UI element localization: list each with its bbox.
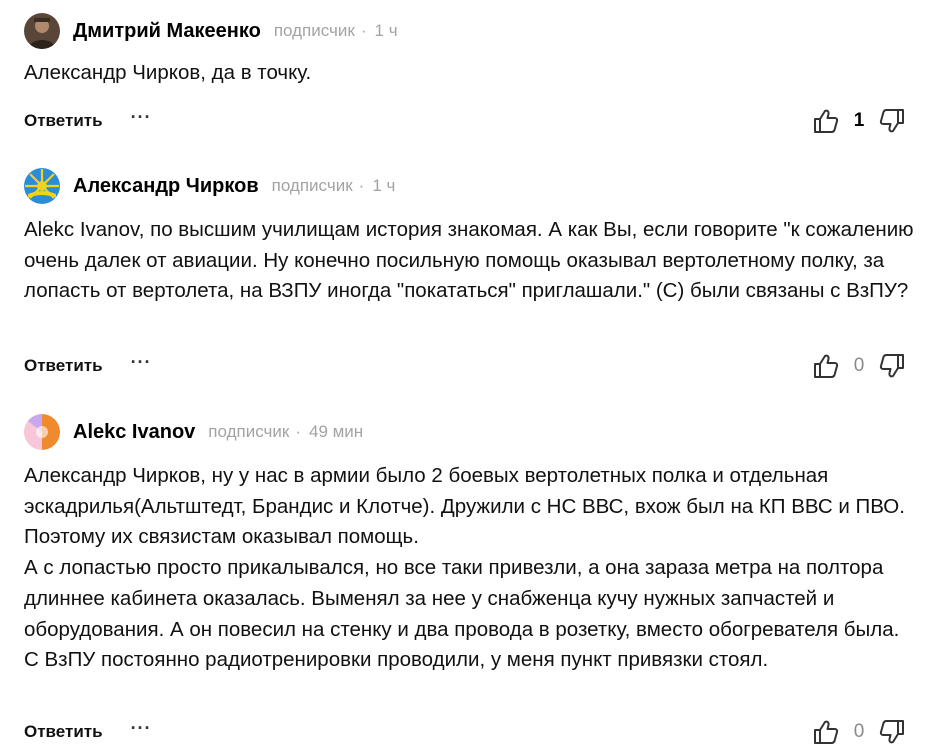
like-count: 1	[853, 110, 865, 131]
thumbs-up-icon	[814, 109, 839, 133]
comment-actions: Ответить ··· 1	[24, 103, 905, 139]
author-role: подписчик	[273, 21, 355, 40]
comment-time: 1 ч	[374, 21, 398, 40]
like-button[interactable]	[813, 719, 839, 745]
comment-paragraph: Александр Чирков, да в точку.	[24, 61, 312, 84]
comment-text: Александр Чирков, да в точку.	[24, 58, 919, 89]
reply-button[interactable]: Ответить	[24, 356, 103, 376]
thumbs-up-icon	[814, 720, 839, 744]
comment-paragraph: С ВзПУ постоянно радиотренировки проводи…	[24, 648, 769, 672]
meta-separator: ·	[295, 422, 301, 441]
comment-header: Александр Чирков подписчик · 1 ч	[24, 168, 395, 204]
thumbs-down-icon	[879, 354, 904, 378]
avatar[interactable]	[24, 414, 60, 450]
dislike-button[interactable]	[879, 108, 905, 134]
comment-text: Alekc Ivanov, по высшим училищам история…	[24, 215, 919, 307]
like-button[interactable]	[813, 108, 839, 134]
meta-separator: ·	[358, 176, 365, 195]
like-button[interactable]	[813, 353, 839, 379]
avatar[interactable]	[24, 168, 60, 204]
dislike-button[interactable]	[879, 353, 905, 379]
more-options-button[interactable]: ···	[131, 352, 152, 373]
author-role: подписчик	[271, 176, 353, 195]
meta-separator: ·	[360, 21, 367, 40]
author-name[interactable]: Александр Чирков	[73, 175, 259, 198]
comment-actions: Ответить ··· 0	[24, 348, 905, 384]
dislike-button[interactable]	[879, 719, 905, 745]
comment-actions: Ответить ··· 0	[24, 714, 905, 750]
thumbs-up-icon	[814, 354, 839, 378]
more-options-button[interactable]: ···	[131, 107, 152, 128]
comment-header: Alekc Ivanov подписчик · 49 мин	[24, 414, 363, 450]
like-count: 0	[853, 355, 865, 376]
comment-text: Александр Чирков, ну у нас в армии было …	[24, 461, 919, 676]
thumbs-down-icon	[879, 720, 904, 744]
comment-paragraph: А с лопастью просто прикалывался, но все…	[24, 556, 900, 641]
more-options-button[interactable]: ···	[131, 718, 152, 739]
reply-button[interactable]: Ответить	[24, 111, 103, 131]
avatar[interactable]	[24, 13, 60, 49]
comment-time: 1 ч	[372, 176, 396, 195]
reply-button[interactable]: Ответить	[24, 722, 103, 742]
like-count: 0	[853, 721, 865, 742]
author-name[interactable]: Дмитрий Макеенко	[73, 20, 261, 43]
comment-paragraph: Александр Чирков, ну у нас в армии было …	[24, 464, 905, 549]
comment-header: Дмитрий Макеенко подписчик · 1 ч	[24, 13, 398, 49]
author-role: подписчик	[208, 422, 290, 441]
thumbs-down-icon	[879, 109, 904, 133]
author-name[interactable]: Alekc Ivanov	[73, 421, 195, 444]
comment-paragraph: Alekc Ivanov, по высшим училищам история…	[24, 218, 914, 303]
comment-time: 49 мин	[308, 422, 364, 441]
